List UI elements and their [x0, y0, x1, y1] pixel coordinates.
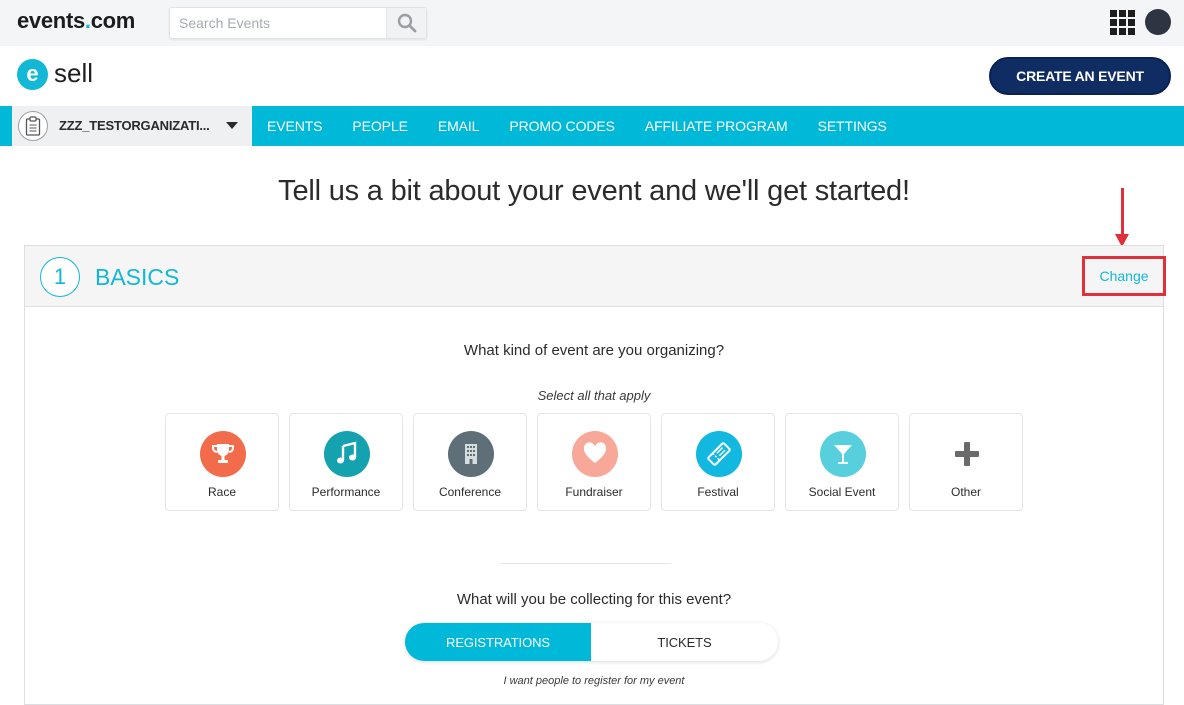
events-com-logo[interactable]: events.com: [17, 8, 135, 34]
event-type-label: Conference: [438, 485, 502, 499]
search-button[interactable]: [386, 8, 426, 38]
step-number: 1: [40, 257, 80, 297]
heart-icon: [572, 431, 618, 477]
change-link[interactable]: Change: [1082, 256, 1166, 296]
registrations-option[interactable]: REGISTRATIONS: [405, 623, 591, 661]
event-type-label: Social Event: [808, 485, 876, 499]
avatar[interactable]: [1145, 9, 1171, 35]
nav-items: EVENTS PEOPLE EMAIL PROMO CODES AFFILIAT…: [252, 106, 902, 146]
esell-logo-icon[interactable]: e: [17, 59, 48, 90]
event-kind-question: What kind of event are you organizing?: [463, 342, 725, 359]
section-divider: [500, 563, 671, 564]
event-type-label: Race: [207, 485, 236, 499]
step-title: BASICS: [95, 264, 180, 290]
app-header: e sell CREATE AN EVENT: [0, 46, 1184, 106]
event-type-performance[interactable]: Performance: [289, 413, 403, 511]
event-type-label: Fundraiser: [565, 485, 623, 499]
nav-item-email[interactable]: EMAIL: [423, 106, 495, 146]
search-input[interactable]: [170, 8, 388, 38]
nav-item-people[interactable]: PEOPLE: [337, 106, 422, 146]
nav-item-events[interactable]: EVENTS: [252, 106, 337, 146]
collecting-toggle: REGISTRATIONS TICKETS: [405, 623, 778, 661]
page-title: Tell us a bit about your event and we'll…: [278, 175, 910, 207]
music-note-icon: [324, 431, 370, 477]
event-type-other[interactable]: Other: [909, 413, 1023, 511]
event-type-label: Festival: [697, 485, 739, 499]
collecting-hint: I want people to register for my event: [503, 675, 685, 687]
cocktail-glass-icon: [820, 431, 866, 477]
basics-section: 1 BASICS Change What kind of event are y…: [24, 245, 1166, 705]
section-header: 1 BASICS Change: [25, 246, 1166, 307]
brand-prefix: events: [17, 8, 85, 33]
event-type-label: Other: [950, 485, 981, 499]
organization-name: ZZZ_TESTORGANIZATI...: [59, 118, 210, 133]
top-bar: events.com: [0, 0, 1184, 46]
event-type-label: Performance: [311, 485, 381, 499]
main-nav: ZZZ_TESTORGANIZATI... EVENTS PEOPLE EMAI…: [0, 106, 1184, 146]
building-icon: [448, 431, 494, 477]
tickets-option[interactable]: TICKETS: [591, 623, 778, 661]
event-type-conference[interactable]: Conference: [413, 413, 527, 511]
search-box: [169, 7, 427, 39]
annotation-arrow-shaft: [1121, 188, 1124, 236]
organization-selector[interactable]: ZZZ_TESTORGANIZATI...: [12, 106, 252, 146]
event-kind-hint: Select all that apply: [537, 388, 651, 403]
event-type-fundraiser[interactable]: Fundraiser: [537, 413, 651, 511]
nav-item-promo-codes[interactable]: PROMO CODES: [494, 106, 629, 146]
collecting-question: What will you be collecting for this eve…: [456, 591, 732, 608]
plus-icon: [944, 431, 990, 477]
event-type-festival[interactable]: Festival: [661, 413, 775, 511]
ticket-icon: [696, 431, 742, 477]
apps-grid-icon[interactable]: [1110, 10, 1135, 35]
nav-item-settings[interactable]: SETTINGS: [803, 106, 902, 146]
trophy-icon: [200, 431, 246, 477]
esell-logo-text: sell: [54, 58, 94, 88]
create-event-button[interactable]: CREATE AN EVENT: [989, 57, 1171, 95]
clipboard-icon: [18, 111, 48, 141]
event-type-social-event[interactable]: Social Event: [785, 413, 899, 511]
event-type-race[interactable]: Race: [165, 413, 279, 511]
caret-down-icon: [226, 122, 238, 129]
brand-suffix: com: [90, 8, 136, 33]
nav-item-affiliate-program[interactable]: AFFILIATE PROGRAM: [630, 106, 803, 146]
search-icon: [397, 13, 416, 33]
